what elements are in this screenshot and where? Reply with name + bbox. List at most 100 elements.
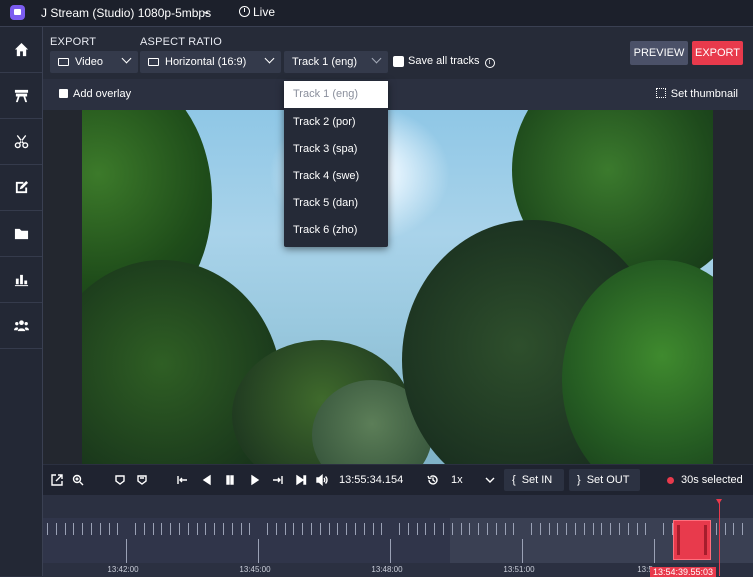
video-preview[interactable] bbox=[82, 110, 713, 464]
info-icon[interactable]: i bbox=[484, 58, 495, 68]
set-out-button[interactable]: } Set OUT bbox=[569, 469, 640, 491]
step-back-icon[interactable] bbox=[201, 474, 213, 489]
timeline-tick bbox=[425, 523, 427, 535]
selection-dot-icon bbox=[667, 477, 674, 484]
users-icon bbox=[13, 320, 29, 332]
timeline-recorded-range bbox=[43, 518, 450, 563]
timeline-tick bbox=[636, 523, 638, 535]
track-dropdown: Track 1 (eng) Track 2 (por) Track 3 (spa… bbox=[284, 81, 388, 247]
timeline-tick bbox=[399, 523, 400, 535]
stream-selector[interactable]: J Stream (Studio) 1080p-5mbps bbox=[41, 6, 211, 20]
save-all-tracks-checkbox[interactable] bbox=[393, 56, 404, 67]
aspect-ratio-select[interactable]: Horizontal (16:9) bbox=[140, 51, 281, 73]
tick-label: 13:51:00 bbox=[503, 565, 535, 574]
timeline-tick bbox=[566, 523, 568, 535]
track-option[interactable]: Track 2 (por) bbox=[284, 109, 388, 136]
playback-controls: 13:55:34.154 1x {Set IN } Set OUT 30s sel… bbox=[43, 465, 753, 495]
timeline-tick bbox=[504, 523, 506, 535]
timeline-tick bbox=[495, 523, 497, 535]
image-icon bbox=[59, 89, 68, 98]
go-to-in-icon[interactable] bbox=[176, 474, 188, 489]
home-icon bbox=[14, 42, 28, 57]
export-type-select[interactable]: Video bbox=[50, 51, 138, 73]
timeline-tick bbox=[355, 523, 356, 535]
timeline-tick bbox=[416, 523, 418, 535]
tick-label: 13:45:00 bbox=[239, 565, 271, 574]
set-in-label: Set IN bbox=[521, 474, 553, 486]
selected-range[interactable] bbox=[673, 520, 711, 560]
timeline-tick bbox=[443, 523, 444, 535]
sidebar-item-users[interactable] bbox=[0, 303, 42, 349]
timeline-tick bbox=[372, 523, 374, 535]
history-icon[interactable] bbox=[427, 474, 439, 489]
timeline-tick bbox=[143, 523, 145, 535]
timeline-tick bbox=[196, 523, 198, 535]
timeline-tick bbox=[531, 523, 532, 535]
set-out-label: Set OUT bbox=[586, 474, 630, 486]
track-option[interactable]: Track 3 (spa) bbox=[284, 136, 388, 163]
set-in-button[interactable]: {Set IN bbox=[504, 469, 564, 491]
timeline-tick bbox=[187, 523, 189, 535]
timeline-tick bbox=[654, 539, 656, 563]
timeline-tick bbox=[724, 523, 726, 535]
timeline-tick bbox=[284, 523, 286, 535]
timeline-tick bbox=[548, 523, 550, 535]
timeline-tick bbox=[575, 523, 576, 535]
sidebar-item-analytics[interactable] bbox=[0, 257, 42, 303]
track-option[interactable]: Track 4 (swe) bbox=[284, 163, 388, 190]
preview-button[interactable]: PREVIEW bbox=[630, 41, 688, 65]
go-to-out-icon[interactable] bbox=[272, 474, 284, 489]
timeline-tick bbox=[522, 539, 524, 563]
volume-icon[interactable] bbox=[316, 474, 328, 489]
skip-to-end-icon[interactable] bbox=[295, 474, 307, 489]
timeline-tick bbox=[214, 523, 216, 535]
sidebar-item-studio[interactable] bbox=[0, 73, 42, 119]
track-option[interactable]: Track 1 (eng) bbox=[284, 81, 388, 108]
sidebar-item-home[interactable] bbox=[0, 27, 42, 73]
marker-in-icon[interactable] bbox=[114, 474, 126, 489]
brace-close-icon: } bbox=[577, 474, 581, 486]
sidebar-item-clip[interactable] bbox=[0, 119, 42, 165]
playhead[interactable] bbox=[716, 499, 722, 576]
set-thumbnail-button[interactable]: Set thumbnail bbox=[655, 88, 738, 100]
add-overlay-button[interactable]: Add overlay bbox=[59, 88, 131, 100]
live-label: Live bbox=[253, 5, 276, 19]
timeline-tick bbox=[267, 523, 268, 535]
track-option[interactable]: Track 5 (dan) bbox=[284, 190, 388, 217]
timeline-tick bbox=[91, 523, 92, 535]
timeline-tick bbox=[108, 523, 110, 535]
timeline-tick bbox=[583, 523, 585, 535]
marker-out-icon[interactable] bbox=[136, 474, 148, 489]
timeline-tick bbox=[619, 523, 620, 535]
track-option[interactable]: Track 6 (zho) bbox=[284, 217, 388, 244]
chevron-down-icon bbox=[371, 53, 382, 64]
track-select[interactable]: Track 1 (eng) bbox=[284, 51, 388, 73]
chevron-down-icon[interactable] bbox=[484, 474, 496, 489]
live-indicator: Live bbox=[239, 5, 275, 19]
playback-speed[interactable]: 1x bbox=[451, 474, 463, 486]
time-readout: 13:55:34.154 bbox=[339, 474, 404, 486]
timeline-tick bbox=[434, 523, 436, 535]
thumbnail-icon bbox=[655, 88, 666, 98]
popout-icon[interactable] bbox=[51, 474, 63, 489]
track-value: Track 1 (eng) bbox=[292, 56, 358, 68]
timeline-tick bbox=[663, 523, 664, 535]
timeline-tick bbox=[319, 523, 321, 535]
timeline-tick bbox=[346, 523, 348, 535]
chevron-down-icon[interactable]: ⌄ bbox=[202, 6, 210, 17]
clock-icon bbox=[239, 6, 250, 17]
sidebar-item-edit[interactable] bbox=[0, 165, 42, 211]
sidebar bbox=[0, 27, 43, 576]
pause-icon[interactable] bbox=[224, 474, 236, 489]
timeline-tick bbox=[223, 523, 224, 535]
video-icon bbox=[58, 58, 69, 66]
timeline-tick bbox=[293, 523, 295, 535]
export-button[interactable]: EXPORT bbox=[692, 41, 743, 65]
timeline-tick bbox=[557, 523, 559, 535]
step-forward-icon[interactable] bbox=[249, 474, 261, 489]
timeline-tick bbox=[258, 539, 260, 563]
timeline[interactable]: 13:42:00 13:45:00 13:48:00 13:51:00 13:5… bbox=[43, 495, 753, 577]
sidebar-item-library[interactable] bbox=[0, 211, 42, 257]
timeline-tick bbox=[451, 523, 453, 535]
zoom-in-icon[interactable] bbox=[72, 474, 84, 489]
